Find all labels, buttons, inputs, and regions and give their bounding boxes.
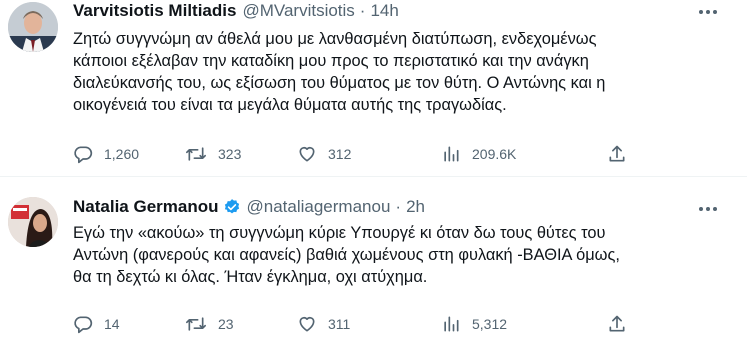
- tweet-text-line: διαλεύκανσής του, ως εξίσωση του θύματος…: [73, 74, 606, 92]
- share-icon: [609, 145, 625, 162]
- views-icon: [444, 316, 459, 332]
- tweet-text-line: Εγώ την «ακούω» τη συγγνώμη κύριε Υπουργ…: [73, 224, 606, 242]
- separator: ·: [395, 197, 402, 216]
- more-icon[interactable]: [695, 199, 721, 219]
- tweet-text-line: Ζητώ συγγνώμη αν άθελά μου με λανθασμένη…: [73, 30, 597, 48]
- avatar-photo-icon: [8, 2, 58, 52]
- like-icon: [299, 316, 315, 332]
- reply-icon: [74, 316, 93, 334]
- retweet-button[interactable]: 323: [185, 143, 241, 165]
- tweet-header: Varvitsiotis Miltiadis @MVarvitsiotis · …: [73, 0, 399, 22]
- reply-count: 14: [104, 316, 120, 332]
- tweet-1[interactable]: Varvitsiotis Miltiadis @MVarvitsiotis · …: [0, 0, 747, 172]
- views-button[interactable]: 209.6K: [441, 143, 516, 165]
- separator: ·: [359, 1, 366, 20]
- author-handle[interactable]: @MVarvitsiotis: [242, 1, 354, 21]
- tweet-header: Natalia Germanou @nataliagermanou · 2h: [73, 196, 425, 218]
- avatar[interactable]: [8, 2, 58, 52]
- tweet-text: Εγώ την «ακούω» τη συγγνώμη κύριε Υπουργ…: [73, 222, 723, 288]
- more-icon[interactable]: [695, 2, 721, 22]
- author-handle[interactable]: @nataliagermanou: [247, 197, 391, 217]
- share-button[interactable]: [607, 143, 627, 165]
- reply-icon: [74, 146, 93, 164]
- tweet-text-line: κάποιοι εξέλαβαν την καταδίκη μου προς τ…: [73, 52, 589, 70]
- retweet-icon: [185, 317, 206, 331]
- reply-count: 1,260: [104, 146, 140, 162]
- views-count: 5,312: [472, 316, 508, 332]
- tweet-actions: 1,260 323 312 209.6K: [73, 143, 713, 165]
- like-count: 312: [328, 146, 352, 162]
- tweet-2[interactable]: Natalia Germanou @nataliagermanou · 2h Ε…: [0, 182, 747, 343]
- avatar[interactable]: [8, 197, 58, 247]
- tweet-text-line: οικογένειά του είναι τα μεγάλα θύματα αυ…: [73, 96, 507, 114]
- like-button[interactable]: 312: [297, 143, 351, 165]
- like-button[interactable]: 311: [297, 313, 350, 335]
- views-button[interactable]: 5,312: [441, 313, 507, 335]
- tweet-divider: [0, 176, 747, 177]
- timestamp[interactable]: 14h: [370, 1, 398, 21]
- views-icon: [444, 146, 459, 162]
- retweet-count: 323: [218, 146, 242, 162]
- reply-button[interactable]: 14: [73, 313, 120, 335]
- reply-button[interactable]: 1,260: [73, 143, 139, 165]
- verified-badge-icon: [224, 199, 239, 214]
- like-count: 311: [328, 316, 351, 332]
- avatar-photo-icon: [8, 197, 58, 247]
- retweet-count: 23: [218, 316, 234, 332]
- timestamp[interactable]: 2h: [406, 197, 425, 217]
- like-icon: [299, 146, 315, 162]
- tweet-text: Ζητώ συγγνώμη αν άθελά μου με λανθασμένη…: [73, 28, 723, 116]
- tweet-text-line: Αντώνη (φανερούς και αφανείς) βαθιά χωμέ…: [73, 246, 620, 264]
- author-name[interactable]: Varvitsiotis Miltiadis: [73, 1, 236, 21]
- share-button[interactable]: [607, 313, 627, 335]
- views-count: 209.6K: [472, 146, 517, 162]
- author-name[interactable]: Natalia Germanou: [73, 197, 219, 217]
- retweet-button[interactable]: 23: [185, 313, 234, 335]
- tweet-text-line: θα τη δεχτώ κι όλας. Ήταν έγκλημα, οχι α…: [73, 268, 428, 286]
- retweet-icon: [185, 147, 206, 161]
- tweet-actions: 14 23 311 5,312: [73, 313, 713, 335]
- share-icon: [609, 315, 625, 332]
